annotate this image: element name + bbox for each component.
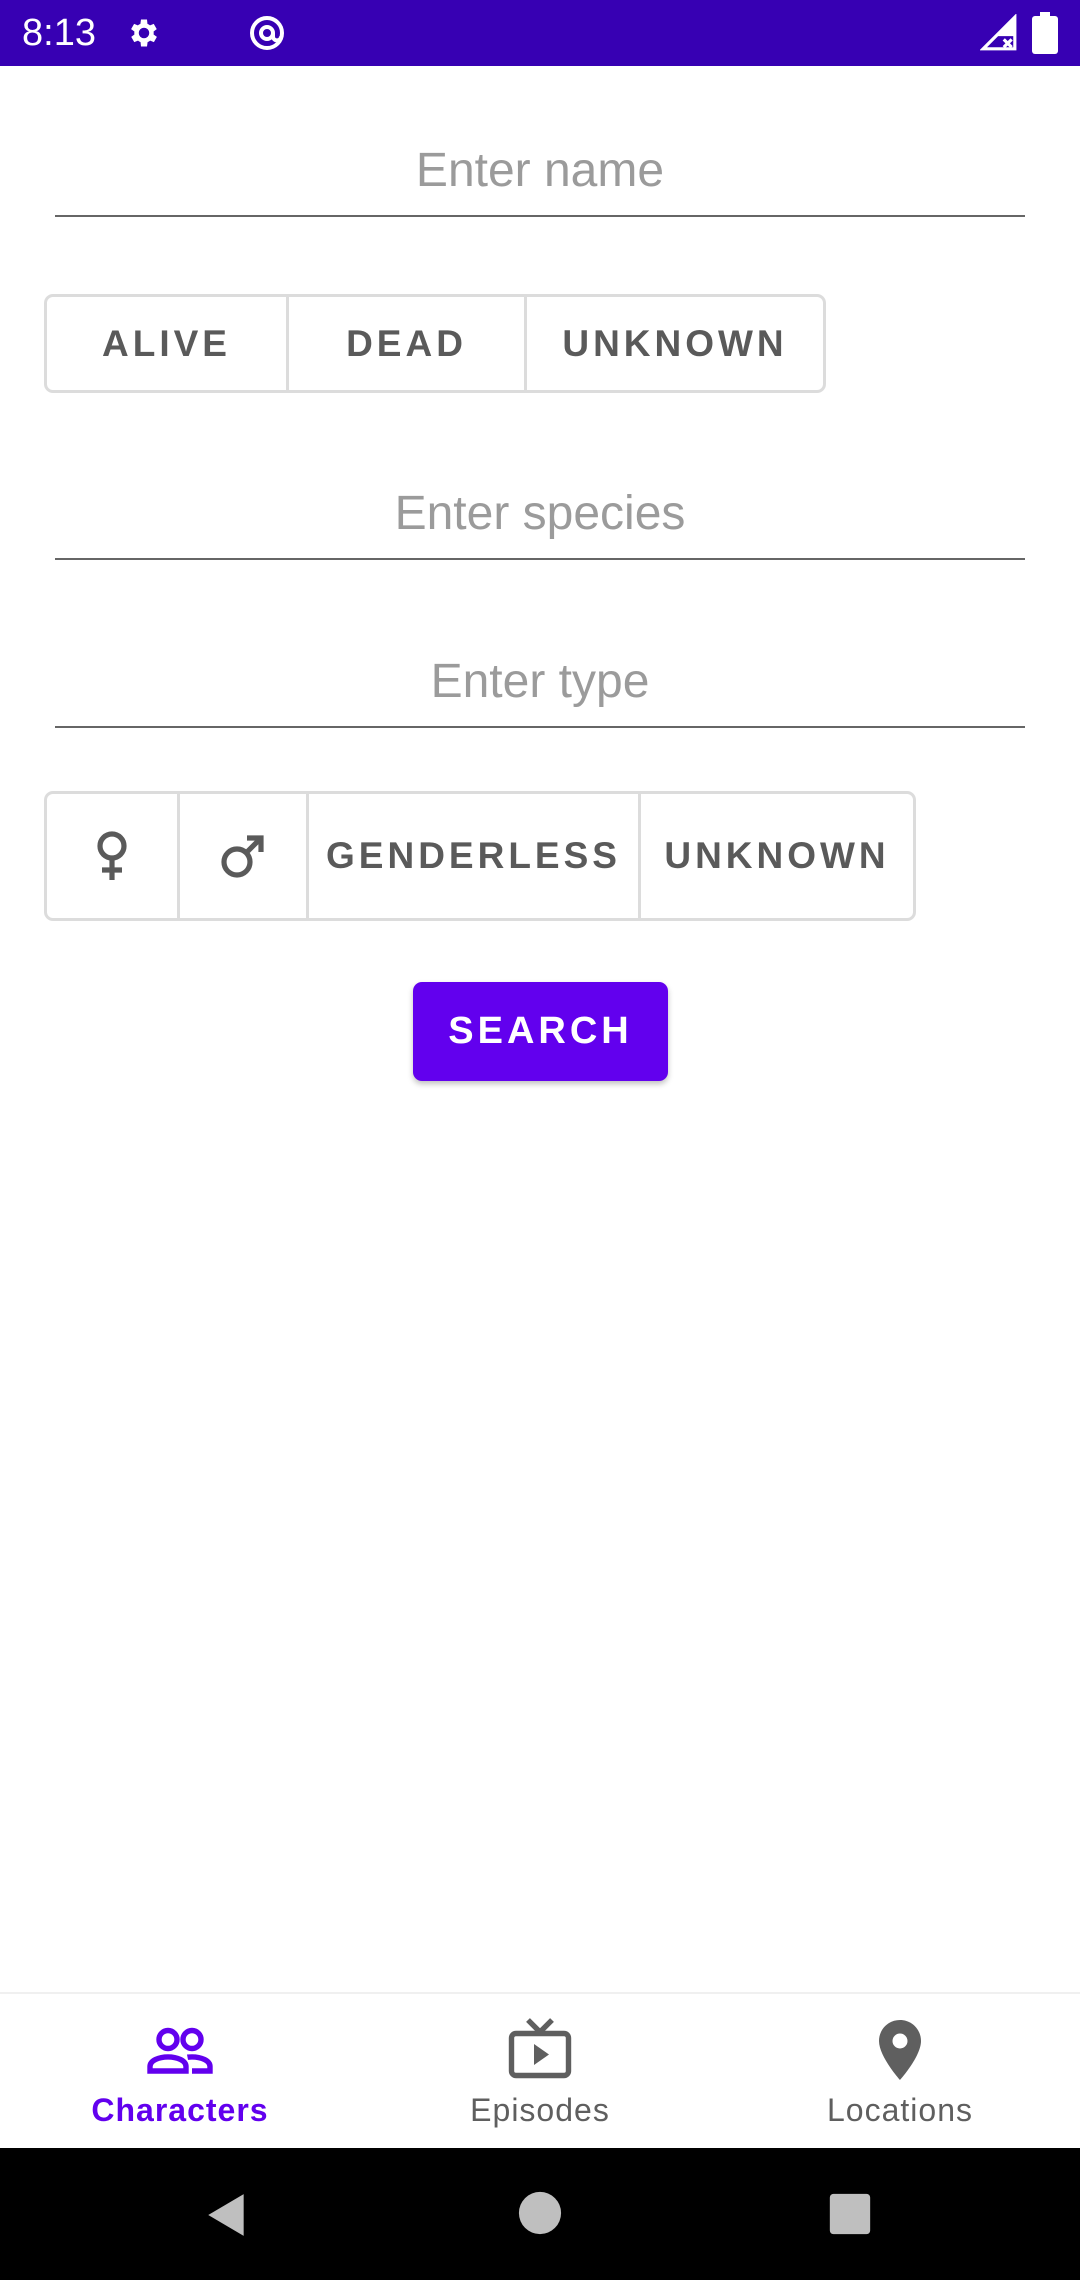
- gear-icon: [131, 19, 157, 47]
- nav-label-locations: Locations: [827, 2092, 973, 2128]
- status-unknown-button[interactable]: UNKNOWN: [524, 297, 823, 390]
- female-icon: [97, 831, 127, 880]
- tv-play-icon: [508, 2018, 572, 2079]
- status-dead-button[interactable]: DEAD: [286, 297, 524, 390]
- species-input[interactable]: [55, 468, 1025, 560]
- at-sign-icon: [250, 16, 284, 50]
- people-icon: [147, 2027, 213, 2074]
- name-input[interactable]: [55, 125, 1025, 217]
- status-time: 8:13: [22, 12, 96, 54]
- status-bar: 8:13: [0, 0, 1080, 66]
- system-navigation-bar: [0, 2148, 1080, 2280]
- nav-item-characters[interactable]: Characters: [0, 1994, 360, 2150]
- battery-icon: [1032, 12, 1058, 54]
- status-alive-button[interactable]: ALIVE: [47, 297, 286, 390]
- bottom-navigation: Characters Episodes Locations: [0, 1992, 1080, 2150]
- nav-label-characters: Characters: [91, 2092, 269, 2128]
- home-icon[interactable]: [517, 2190, 563, 2236]
- gender-female-button[interactable]: [47, 794, 177, 918]
- nav-label-episodes: Episodes: [470, 2092, 610, 2128]
- map-pin-icon: [879, 2020, 921, 2080]
- status-toggle-group: ALIVE DEAD UNKNOWN: [44, 294, 826, 393]
- search-button[interactable]: SEARCH: [413, 982, 668, 1081]
- back-icon[interactable]: [202, 2190, 252, 2240]
- signal-icon: [980, 14, 1017, 51]
- male-icon: [221, 835, 264, 878]
- nav-item-locations[interactable]: Locations: [720, 1994, 1080, 2150]
- gender-genderless-button[interactable]: GENDERLESS: [306, 794, 638, 918]
- type-input[interactable]: [55, 636, 1025, 728]
- gender-unknown-button[interactable]: UNKNOWN: [638, 794, 913, 918]
- nav-item-episodes[interactable]: Episodes: [360, 1994, 720, 2150]
- recents-icon[interactable]: [828, 2192, 872, 2236]
- gender-toggle-group: GENDERLESS UNKNOWN: [44, 791, 916, 921]
- gender-male-button[interactable]: [177, 794, 306, 918]
